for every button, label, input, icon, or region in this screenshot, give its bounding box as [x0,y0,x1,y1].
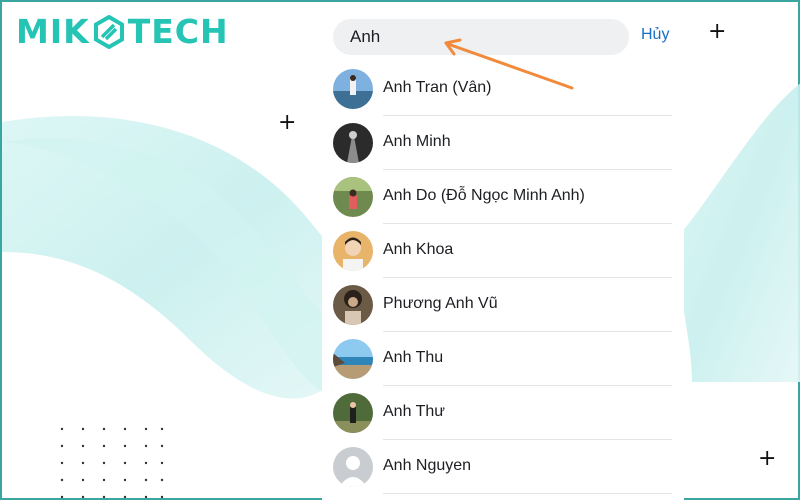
contact-name: Phương Anh Vũ [383,295,498,312]
annotation-arrow-icon [444,38,574,90]
list-item[interactable]: Anh Do (Đỗ Ngọc Minh Anh) [322,170,684,224]
avatar-photo-sea [333,339,373,379]
list-item[interactable]: Anh Thu [322,332,684,386]
contact-name: Anh Thư [383,403,446,420]
contact-name: Anh Khoa [383,241,454,258]
avatar-photo-dark [333,123,373,163]
list-item[interactable]: Anh Khoa [322,224,684,278]
list-item[interactable]: Anh Minh [322,116,684,170]
contact-name: Anh Do (Đỗ Ngọc Minh Anh) [383,187,585,204]
logo-text-part1: MIK [16,12,90,51]
list-item[interactable]: Anh Thư [322,386,684,440]
plus-decoration-icon: + [758,446,777,471]
contact-name: Anh Thu [383,349,444,366]
avatar-photo-portrait [333,231,373,271]
list-item[interactable]: Anh Nguyen [322,440,684,494]
mikotech-logo: MIK TECH [16,12,229,51]
default-avatar-icon [333,447,373,487]
avatar-photo-park [333,393,373,433]
avatar-photo-beach [333,69,373,109]
avatar-photo-sepia [333,285,373,325]
contact-name: Anh Minh [383,133,451,150]
logo-text-part2: TECH [127,12,229,51]
contact-name: Anh Nguyen [383,457,472,474]
plus-decoration-icon: + [278,110,297,135]
plus-decoration-icon: + [708,19,727,44]
logo-hexagon-icon [93,14,124,49]
search-results-list: Anh Tran (Vân) Anh Minh Anh Do (Đỗ Ngọc … [322,62,684,494]
avatar-photo-forest [333,177,373,217]
divider [383,493,672,494]
list-item[interactable]: Phương Anh Vũ [322,278,684,332]
cancel-button[interactable]: Hủy [641,26,669,44]
dot-grid-decoration [60,427,164,499]
